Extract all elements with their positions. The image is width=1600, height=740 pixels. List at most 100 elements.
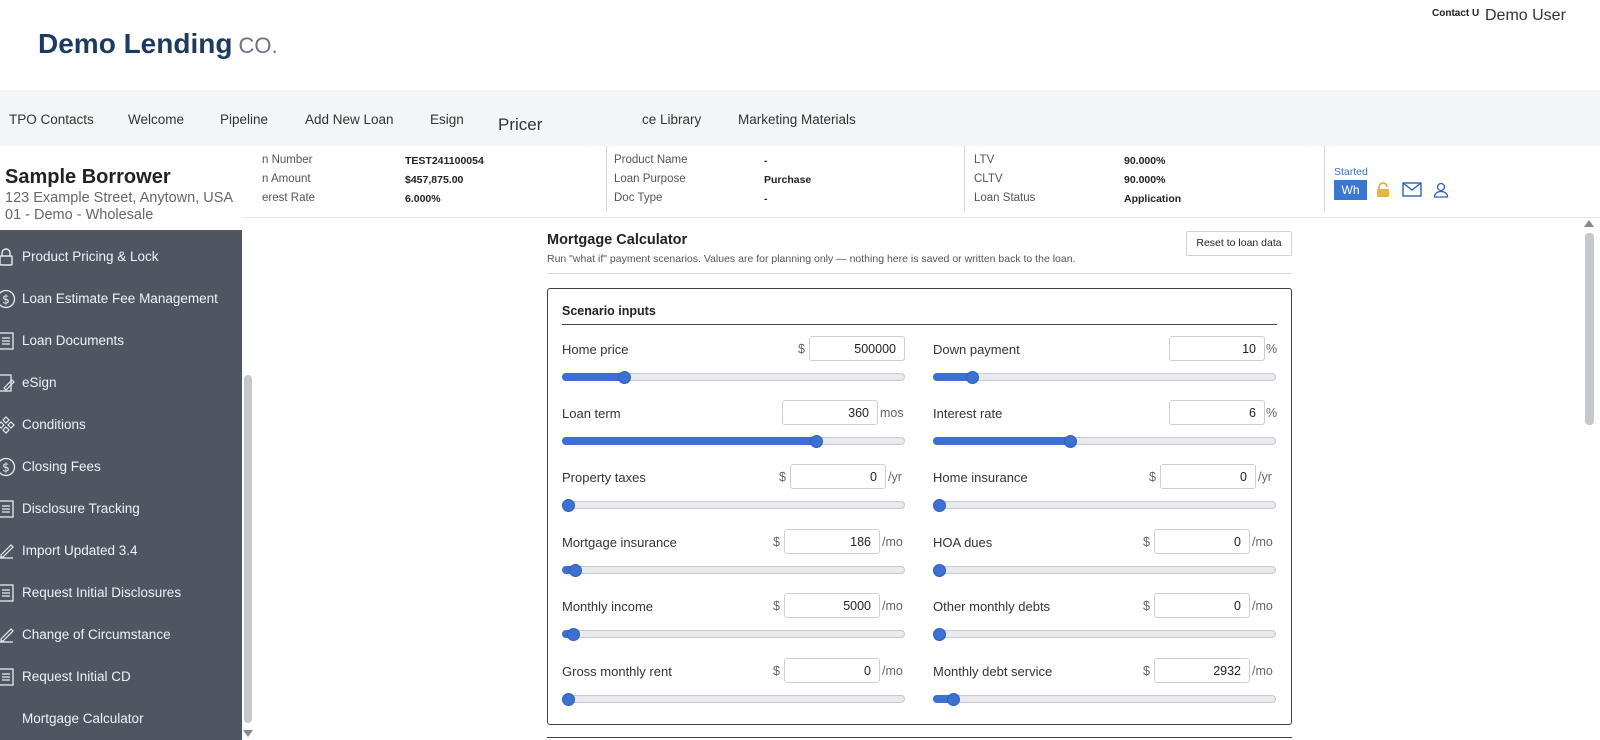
property-taxes-slider-handle[interactable] <box>562 499 575 512</box>
home-insurance-field: Home insurance $ /yr <box>933 464 1278 520</box>
brand-suffix: CO. <box>238 33 278 58</box>
borrower-info: Sample Borrower 123 Example Street, Anyt… <box>0 146 242 230</box>
home-insurance-input[interactable] <box>1160 464 1256 489</box>
import-icon <box>0 541 16 561</box>
gross-monthly-rent-slider[interactable] <box>562 695 905 703</box>
loan-summary: n Number TEST241100054 n Amount $457,875… <box>242 146 1600 218</box>
sidebar-item-conditions[interactable]: Conditions <box>0 404 242 446</box>
reset-to-loan-data-button[interactable]: Reset to loan data <box>1186 231 1292 256</box>
user-icon[interactable] <box>1433 182 1449 203</box>
scroll-down-arrow-icon[interactable] <box>243 730 253 737</box>
sidebar-item-label: eSign <box>22 375 57 390</box>
home-price-label: Home price <box>562 342 629 357</box>
sidebar-item-change-of-circumstance[interactable]: Change of Circumstance <box>0 614 242 656</box>
sidebar-item-request-initial-cd[interactable]: Request Initial CD <box>0 656 242 698</box>
monthly-income-input[interactable] <box>784 593 880 618</box>
nav-pricer[interactable]: Pricer <box>488 90 642 148</box>
hoa-dues-slider[interactable] <box>933 566 1276 574</box>
monthly-debt-service-slider[interactable] <box>933 695 1276 703</box>
nav-resource-library[interactable]: ce Library <box>642 112 701 127</box>
sidebar-item-label: Mortgage Calculator <box>22 711 144 726</box>
mail-icon[interactable] <box>1402 182 1422 202</box>
loan-term-input[interactable] <box>782 400 878 425</box>
sidebar-item-le-fee-management[interactable]: $ Loan Estimate Fee Management <box>0 278 242 320</box>
summary-label: LTV <box>974 154 995 166</box>
status-badge[interactable]: Wh <box>1334 180 1367 200</box>
sidebar-item-label: Product Pricing & Lock <box>22 249 159 264</box>
summary-label: Loan Status <box>974 192 1036 204</box>
home-insurance-slider-handle[interactable] <box>933 499 946 512</box>
monthly-debt-service-input[interactable] <box>1154 658 1250 683</box>
nav-marketing-materials[interactable]: Marketing Materials <box>738 112 856 127</box>
unit-suffix: /mo <box>882 535 903 549</box>
nav-tpo-contacts[interactable]: TPO Contacts <box>9 112 94 127</box>
nav-add-new-loan[interactable]: Add New Loan <box>305 112 394 127</box>
down-payment-label: Down payment <box>933 342 1020 357</box>
document-icon <box>0 331 16 351</box>
sidebar-item-disclosure-tracking[interactable]: Disclosure Tracking <box>0 488 242 530</box>
property-taxes-input[interactable] <box>790 464 886 489</box>
currency-prefix: $ <box>798 342 805 356</box>
loan-term-label: Loan term <box>562 406 621 421</box>
mortgage-insurance-slider[interactable] <box>562 566 905 574</box>
sidebar-item-loan-documents[interactable]: Loan Documents <box>0 320 242 362</box>
home-price-input[interactable] <box>809 336 905 361</box>
home-price-slider-fill <box>562 373 624 381</box>
main-scroll-thumb[interactable] <box>1585 233 1594 425</box>
nav-welcome[interactable]: Welcome <box>128 112 184 127</box>
down-payment-input[interactable] <box>1169 336 1265 361</box>
sidebar-item-label: Loan Documents <box>22 333 125 348</box>
home-insurance-slider[interactable] <box>933 501 1276 509</box>
loan-amount-value: $457,875.00 <box>405 174 464 186</box>
interest-rate-label: Interest rate <box>933 406 1003 421</box>
doc-type-value: - <box>764 193 768 205</box>
lock-icon[interactable] <box>1376 182 1390 203</box>
nav-esign[interactable]: Esign <box>430 112 464 127</box>
loan-term-field: Loan term mos <box>562 400 907 456</box>
hoa-dues-input[interactable] <box>1154 529 1250 554</box>
gross-monthly-rent-input[interactable] <box>784 658 880 683</box>
unit-suffix: % <box>1266 342 1278 356</box>
sidebar-item-label: Conditions <box>22 417 86 432</box>
down-payment-field: Down payment% <box>933 336 1278 392</box>
mortgage-insurance-slider-handle[interactable] <box>569 564 582 577</box>
down-payment-slider-handle[interactable] <box>966 371 979 384</box>
property-taxes-slider[interactable] <box>562 501 905 509</box>
mortgage-insurance-field: Mortgage insurance $ /mo <box>562 529 907 585</box>
unit-suffix: /yr <box>1258 470 1272 484</box>
contact-us-link[interactable]: Contact Us <box>1432 8 1480 19</box>
sidebar-item-label: Loan Estimate Fee Management <box>22 291 218 306</box>
unit-suffix: /mo <box>1252 599 1273 613</box>
other-monthly-debts-input[interactable] <box>1154 593 1250 618</box>
interest-rate-slider-handle[interactable] <box>1064 435 1077 448</box>
sidebar-item-request-initial-disclosures[interactable]: Request Initial Disclosures <box>0 572 242 614</box>
other-monthly-debts-slider-handle[interactable] <box>933 628 946 641</box>
sidebar-item-mortgage-calculator[interactable]: Mortgage Calculator <box>0 698 242 740</box>
user-menu[interactable]: Demo User <box>1485 7 1566 25</box>
brand-logo[interactable]: Demo Lending CO. <box>38 28 278 60</box>
home-price-slider-handle[interactable] <box>618 371 631 384</box>
divider <box>562 324 1277 325</box>
monthly-income-slider-handle[interactable] <box>567 628 580 641</box>
gross-monthly-rent-slider-handle[interactable] <box>562 693 575 706</box>
sidebar-item-closing-fees[interactable]: $ Closing Fees <box>0 446 242 488</box>
interest-rate-input[interactable] <box>1169 400 1265 425</box>
sidebar-item-import-updated[interactable]: Import Updated 3.4 <box>0 530 242 572</box>
document-icon <box>0 667 16 687</box>
sidebar-item-esign[interactable]: eSign <box>0 362 242 404</box>
other-monthly-debts-slider[interactable] <box>933 630 1276 638</box>
sidebar-item-product-pricing[interactable]: Product Pricing & Lock <box>0 236 242 278</box>
mortgage-insurance-input[interactable] <box>784 529 880 554</box>
interest-rate-slider-fill <box>933 437 1070 445</box>
down-payment-slider[interactable] <box>933 373 1276 381</box>
header: Demo Lending CO. Contact Us Demo User <box>0 0 1600 90</box>
nav-pipeline[interactable]: Pipeline <box>220 112 268 127</box>
sidebar-item-label: Disclosure Tracking <box>22 501 140 516</box>
sidebar-scroll-thumb[interactable] <box>244 375 252 723</box>
scroll-up-arrow-icon[interactable] <box>1584 220 1594 227</box>
loan-term-slider-handle[interactable] <box>810 435 823 448</box>
sidebar-item-label: Closing Fees <box>22 459 101 474</box>
hoa-dues-slider-handle[interactable] <box>933 564 946 577</box>
monthly-income-slider[interactable] <box>562 630 905 638</box>
monthly-debt-service-slider-handle[interactable] <box>947 693 960 706</box>
